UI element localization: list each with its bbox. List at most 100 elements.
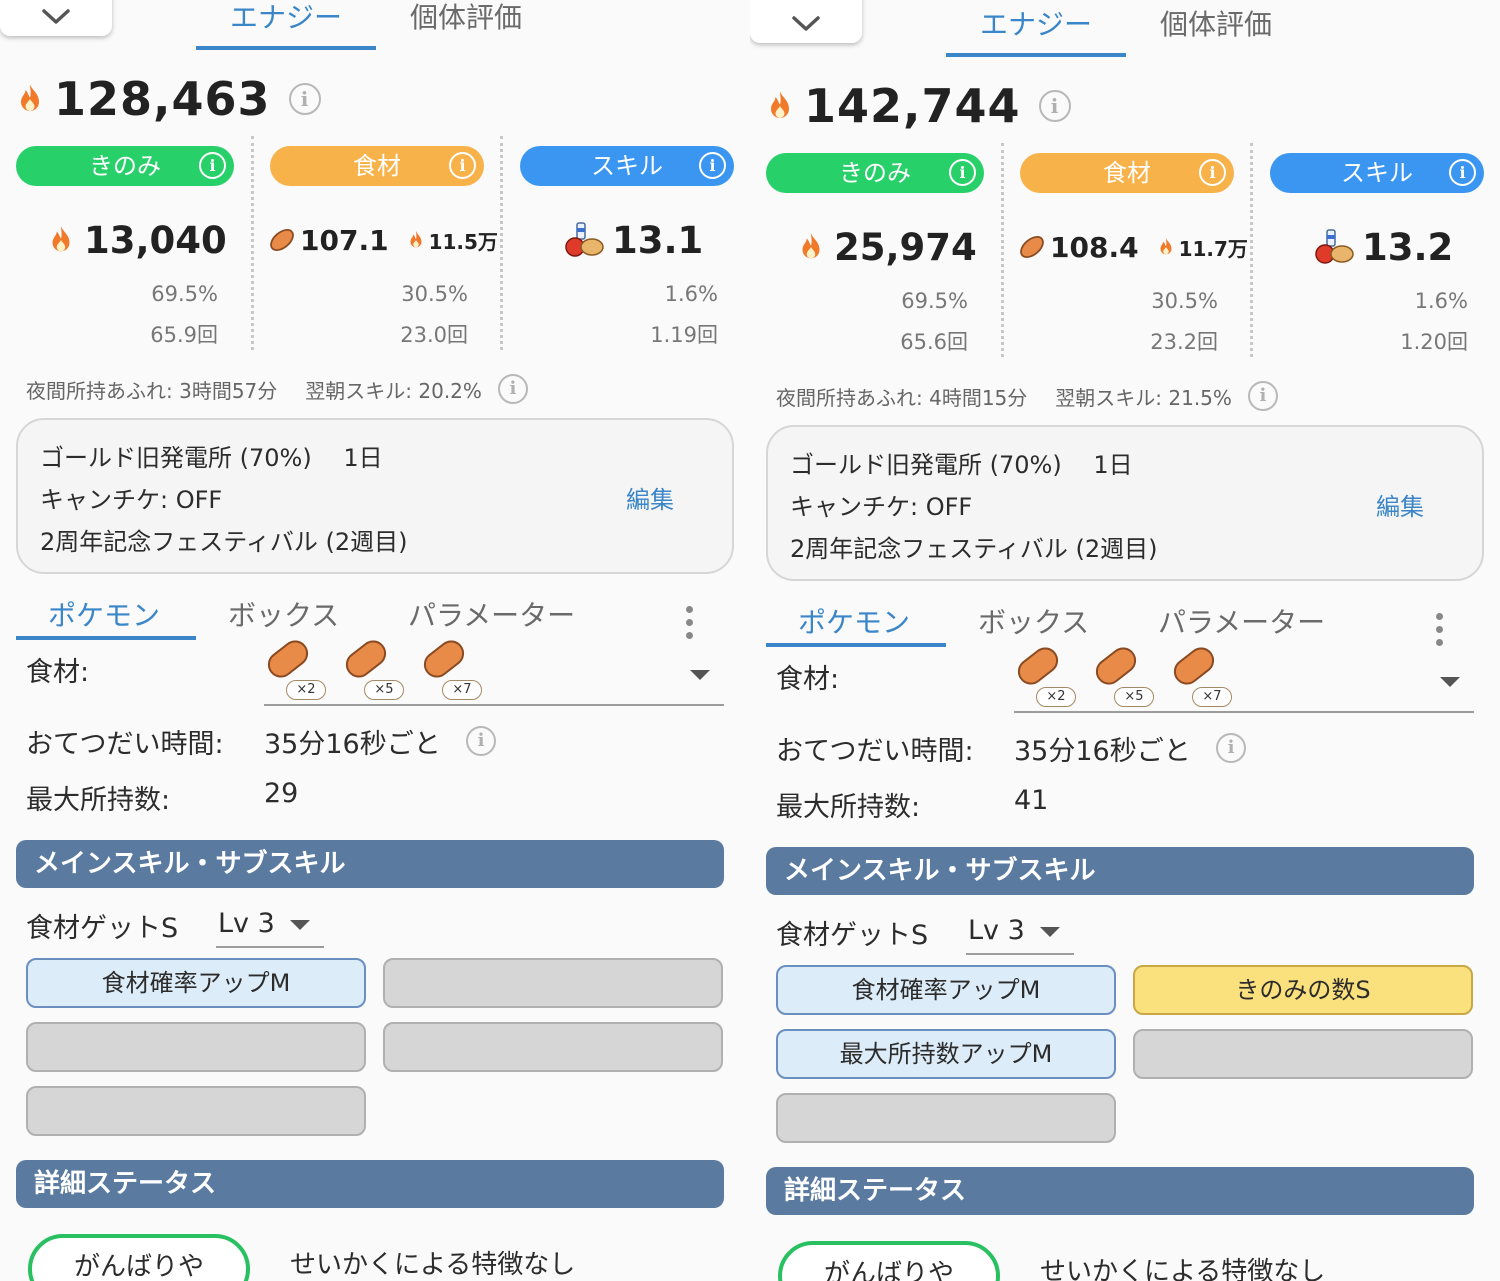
- total-energy: 128,463 i: [12, 72, 321, 126]
- bean-icon: [340, 635, 392, 683]
- column-divider: [500, 136, 503, 350]
- flame-icon: [410, 230, 422, 248]
- tab-energy[interactable]: エナジー: [196, 0, 376, 50]
- subskill-slot-5[interactable]: [776, 1093, 1116, 1143]
- column-divider: [1250, 143, 1253, 357]
- info-icon[interactable]: i: [949, 159, 976, 186]
- tab-parameters[interactable]: パラメーター: [408, 594, 575, 634]
- ingredient-badge: ×7: [442, 680, 482, 700]
- column-divider: [1001, 143, 1004, 357]
- berry-energy: 13,040: [44, 216, 227, 264]
- nature-button[interactable]: がんばりや: [778, 1241, 1000, 1281]
- dropdown-arrow-icon: [690, 670, 710, 680]
- tab-box[interactable]: ボックス: [228, 594, 339, 634]
- ingredient-select[interactable]: ×2 ×5 ×7: [262, 635, 724, 706]
- tab-pokemon-indicator: [766, 643, 946, 647]
- bean-icon: [1020, 236, 1044, 258]
- ingredient-slot: ×5: [340, 635, 404, 704]
- ingredient-slot: ×5: [1090, 642, 1154, 711]
- tab-box[interactable]: ボックス: [978, 601, 1089, 641]
- ingredient-count-value: 108.4: [1050, 230, 1139, 264]
- dropdown-arrow-icon: [1040, 927, 1060, 937]
- tab-rating[interactable]: 個体評価: [1126, 7, 1306, 57]
- subskill-slot-5[interactable]: [26, 1086, 366, 1136]
- subskill-slot-3[interactable]: [26, 1022, 366, 1072]
- max-carry-label: 最大所持数:: [776, 792, 921, 823]
- skill-count-value: 13.2: [1362, 225, 1454, 269]
- night-summary: 夜間所持あふれ: 4時間15分 翌朝スキル: 21.5% i: [776, 381, 1278, 411]
- dropdown-arrow-icon: [290, 920, 310, 930]
- ingredient-stats: 107.1 11.5万: [268, 216, 498, 264]
- tab-rating[interactable]: 個体評価: [376, 0, 556, 50]
- berry-energy-value: 25,974: [834, 225, 977, 269]
- skill-count: 1.19回: [650, 323, 718, 347]
- skill-level-select[interactable]: Lv 3: [966, 909, 1074, 955]
- skill-bundle-icon: [1315, 229, 1354, 264]
- flame-icon: [52, 225, 70, 252]
- info-icon[interactable]: i: [466, 726, 496, 756]
- ingredient-percent: 30.5%: [401, 282, 468, 306]
- tab-pokemon[interactable]: ポケモン: [798, 601, 910, 641]
- berry-count: 65.6回: [900, 330, 968, 354]
- help-time-value: 35分16秒ごと: [264, 729, 441, 760]
- info-icon[interactable]: i: [1449, 159, 1476, 186]
- total-energy: 142,744 i: [762, 79, 1071, 133]
- ingredient-percent: 30.5%: [1151, 289, 1218, 313]
- nature-button[interactable]: がんばりや: [28, 1234, 250, 1281]
- category-skill-label: スキル: [591, 152, 663, 180]
- subskill-slot-4[interactable]: [383, 1022, 723, 1072]
- info-icon[interactable]: i: [199, 152, 226, 179]
- night-overflow: 夜間所持あふれ: 4時間15分: [776, 385, 1028, 410]
- tab-parameters[interactable]: パラメーター: [1158, 601, 1325, 641]
- tab-energy[interactable]: エナジー: [946, 7, 1126, 57]
- info-icon[interactable]: i: [1216, 733, 1246, 763]
- subskill-slot-3[interactable]: 最大所持数アップM: [776, 1029, 1116, 1079]
- subskill-slot-2[interactable]: きのみの数S: [1133, 965, 1473, 1015]
- skill-level-select[interactable]: Lv 3: [216, 902, 324, 948]
- info-icon[interactable]: i: [288, 83, 321, 115]
- ingredient-energy-value: 11.7万: [1178, 236, 1248, 261]
- info-icon[interactable]: i: [1038, 90, 1071, 122]
- category-ingredient: 食材 i: [1020, 153, 1234, 193]
- berry-energy: 25,974: [794, 223, 977, 271]
- detail-section-header: 詳細ステータス: [16, 1160, 724, 1208]
- right-screen: エナジー 個体評価 142,744 i きのみ i 食材 i スキル i 25,974…: [750, 0, 1500, 1281]
- edit-link[interactable]: 編集: [626, 480, 674, 515]
- category-skill-label: スキル: [1341, 159, 1413, 187]
- bean-icon: [1168, 642, 1220, 690]
- skill-percent: 1.6%: [1414, 289, 1468, 313]
- night-overflow: 夜間所持あふれ: 3時間57分: [26, 378, 278, 403]
- settings-card: ゴールド旧発電所 (70%) 1日 キャンチケ: OFF 2周年記念フェスティバ…: [766, 425, 1484, 581]
- category-berry-label: きのみ: [89, 152, 161, 180]
- main-skill-name: 食材ゲットS: [776, 920, 929, 951]
- nature-description: せいかくによる特徴なし: [1040, 1257, 1326, 1281]
- edit-link[interactable]: 編集: [1376, 487, 1424, 522]
- flame-icon: [1160, 237, 1172, 255]
- bean-icon: [262, 635, 314, 683]
- dropdown-arrow-icon: [1440, 677, 1460, 687]
- tab-pokemon[interactable]: ポケモン: [48, 594, 160, 634]
- subskill-slot-4[interactable]: [1133, 1029, 1473, 1079]
- column-divider: [251, 136, 254, 350]
- ingredient-energy-value: 11.5万: [428, 229, 498, 254]
- help-time-label: おてつだい時間:: [776, 736, 974, 767]
- night-summary: 夜間所持あふれ: 3時間57分 翌朝スキル: 20.2% i: [26, 374, 528, 404]
- ingredient-slot: ×2: [1012, 642, 1076, 711]
- subskill-slot-1[interactable]: 食材確率アップM: [26, 958, 366, 1008]
- flame-icon: [771, 91, 789, 118]
- collapse-button[interactable]: [0, 0, 112, 36]
- ingredient-count: 23.2回: [1150, 330, 1218, 354]
- subskill-slot-1[interactable]: 食材確率アップM: [776, 965, 1116, 1015]
- info-icon[interactable]: i: [1199, 159, 1226, 186]
- ingredient-select[interactable]: ×2 ×5 ×7: [1012, 642, 1474, 713]
- info-icon[interactable]: i: [497, 374, 528, 404]
- ingredient-badge: ×5: [364, 680, 404, 700]
- subskill-slot-2[interactable]: [383, 958, 723, 1008]
- info-icon[interactable]: i: [1247, 381, 1278, 411]
- info-icon[interactable]: i: [699, 152, 726, 179]
- skill-stats: 13.2: [1314, 223, 1453, 271]
- ingredient-badge: ×2: [1036, 687, 1076, 707]
- info-icon[interactable]: i: [449, 152, 476, 179]
- ingredient-badge: ×2: [286, 680, 326, 700]
- collapse-button[interactable]: [750, 0, 862, 43]
